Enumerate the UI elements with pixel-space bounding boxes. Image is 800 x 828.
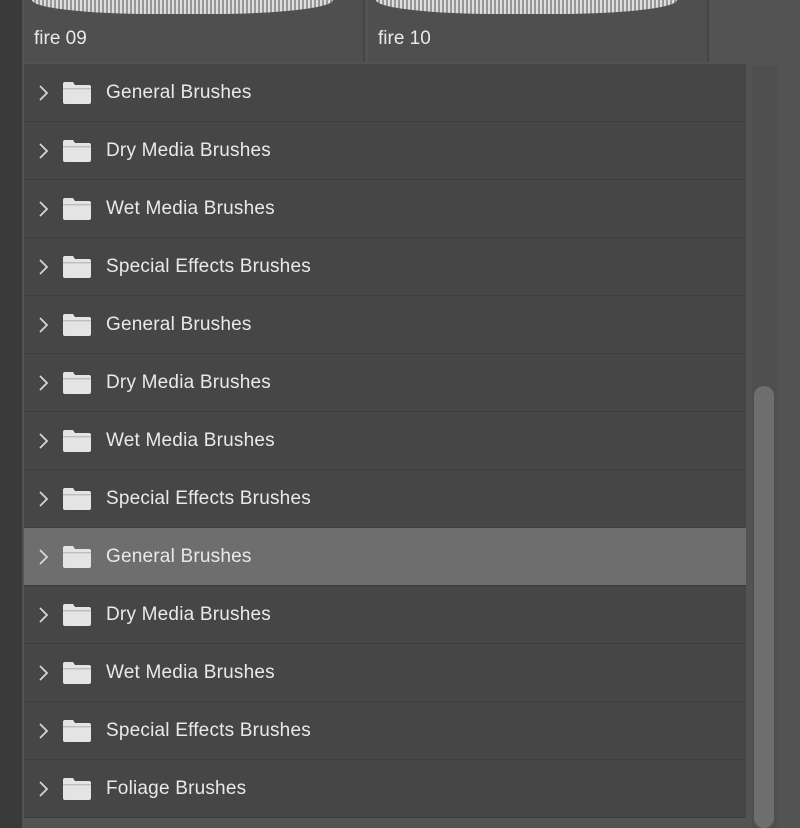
chevron-right-icon[interactable] [36,431,50,451]
brush-folder-label: General Brushes [106,314,252,335]
brush-folder-label: Dry Media Brushes [106,140,271,161]
brush-stroke-preview [376,0,677,14]
panel-right-edge [780,0,800,828]
brush-preset-fire-10[interactable]: fire 10 [368,0,709,62]
brush-folder-label: Special Effects Brushes [106,720,311,741]
brushes-panel: fire 09 fire 10 General Brushes Dry Media… [0,0,800,828]
chevron-right-icon[interactable] [36,83,50,103]
folder-icon [63,372,91,394]
brush-folder-row[interactable]: Special Effects Brushes [24,470,746,528]
brush-folder-row[interactable]: Dry Media Brushes [24,586,746,644]
folder-icon [63,314,91,336]
brush-folder-row[interactable]: Wet Media Brushes [24,180,746,238]
chevron-right-icon[interactable] [36,373,50,393]
chevron-right-icon[interactable] [36,663,50,683]
brush-preset-fire-09[interactable]: fire 09 [24,0,365,62]
brush-folder-row[interactable]: Wet Media Brushes [24,644,746,702]
chevron-right-icon[interactable] [36,141,50,161]
brush-folder-label: Dry Media Brushes [106,604,271,625]
panel-left-edge [0,0,22,828]
folder-icon [63,604,91,626]
folder-icon [63,140,91,162]
folder-icon [63,256,91,278]
brush-folder-row[interactable]: Foliage Brushes [24,760,746,818]
folder-icon [63,198,91,220]
folder-icon [63,488,91,510]
brush-folder-list: General Brushes Dry Media Brushes Wet Medi… [24,64,746,828]
folder-icon [63,778,91,800]
folder-icon [63,720,91,742]
brush-stroke-preview [32,0,333,14]
chevron-right-icon[interactable] [36,199,50,219]
folder-icon [63,430,91,452]
brush-folder-label: General Brushes [106,82,252,103]
brush-folder-label: Special Effects Brushes [106,256,311,277]
brush-folder-label: General Brushes [106,546,252,567]
brush-folder-row[interactable]: Wet Media Brushes [24,412,746,470]
brush-folder-row[interactable]: Dry Media Brushes [24,122,746,180]
brush-folder-label: Wet Media Brushes [106,430,275,451]
chevron-right-icon[interactable] [36,257,50,277]
chevron-right-icon[interactable] [36,779,50,799]
brush-folder-row[interactable]: General Brushes [24,528,746,586]
brush-folder-row[interactable]: Special Effects Brushes [24,702,746,760]
brush-folder-label: Dry Media Brushes [106,372,271,393]
brush-folder-label: Wet Media Brushes [106,198,275,219]
brush-folder-label: Wet Media Brushes [106,662,275,683]
chevron-right-icon[interactable] [36,605,50,625]
brush-folder-row[interactable]: General Brushes [24,296,746,354]
folder-icon [63,546,91,568]
chevron-right-icon[interactable] [36,489,50,509]
folder-icon [63,82,91,104]
folder-icon [63,662,91,684]
brush-folder-label: Foliage Brushes [106,778,247,799]
brush-folder-label: Special Effects Brushes [106,488,311,509]
brush-folder-row[interactable]: General Brushes [24,64,746,122]
brush-folder-row[interactable]: Special Effects Brushes [24,238,746,296]
scrollbar-thumb[interactable] [754,386,774,828]
chevron-right-icon[interactable] [36,315,50,335]
brush-preset-label: fire 09 [34,28,87,49]
chevron-right-icon[interactable] [36,547,50,567]
chevron-right-icon[interactable] [36,721,50,741]
brush-preset-label: fire 10 [378,28,431,49]
brush-folder-row[interactable]: Dry Media Brushes [24,354,746,412]
